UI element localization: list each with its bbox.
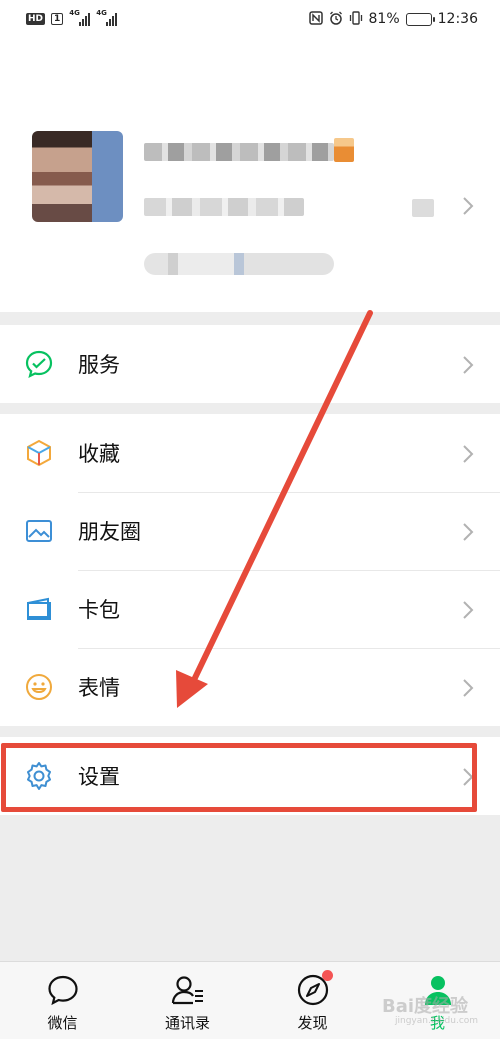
menu-item-favorites[interactable]: 收藏 — [0, 414, 500, 492]
tab-label: 微信 — [47, 1014, 78, 1032]
services-section: 服务 — [0, 325, 500, 403]
services-icon — [24, 349, 54, 379]
features-section: 收藏 朋友圈 卡包 表情 — [0, 414, 500, 726]
tab-label: 我 — [429, 1014, 445, 1032]
avatar[interactable] — [32, 131, 123, 222]
chevron-right-icon — [462, 355, 474, 379]
battery-percent: 81% — [368, 11, 400, 27]
tab-contacts[interactable]: 通讯录 — [125, 962, 250, 1039]
menu-item-cards[interactable]: 卡包 — [0, 570, 500, 648]
chevron-right-icon — [462, 522, 474, 546]
menu-item-label: 朋友圈 — [78, 520, 141, 544]
qr-code-blurred[interactable] — [412, 199, 434, 217]
status-left: HD 1 4G 4G — [26, 9, 118, 26]
menu-item-settings[interactable]: 设置 — [0, 737, 500, 815]
menu-item-moments[interactable]: 朋友圈 — [0, 492, 500, 570]
contacts-icon — [170, 972, 206, 1008]
signal-icon: 4G — [69, 9, 91, 26]
card-wallet-icon — [24, 594, 54, 624]
me-person-icon — [420, 972, 456, 1008]
menu-item-label: 卡包 — [78, 598, 120, 622]
menu-item-label: 表情 — [78, 676, 120, 700]
menu-item-label: 服务 — [78, 353, 120, 377]
clock-time: 12:36 — [437, 11, 478, 27]
bottom-tab-bar: 微信 通讯录 发现 我 — [0, 961, 500, 1039]
settings-section: 设置 — [0, 737, 500, 815]
sticker-smile-icon — [24, 672, 54, 702]
moments-image-icon — [24, 516, 54, 546]
signal-icon-2: 4G — [96, 9, 118, 26]
chevron-right-icon — [462, 767, 474, 791]
menu-item-label: 设置 — [78, 765, 120, 789]
status-blurred[interactable] — [144, 253, 334, 275]
chevron-right-icon — [462, 678, 474, 702]
chevron-right-icon — [462, 196, 474, 220]
network-type-label-2: 4G — [96, 9, 107, 17]
unread-dot — [321, 970, 333, 981]
chevron-right-icon — [462, 444, 474, 468]
profile-name-blurred — [144, 143, 334, 161]
sim-badge: 1 — [51, 13, 64, 25]
profile-name-badge-blurred — [334, 138, 354, 162]
alarm-icon — [329, 11, 343, 28]
profile-card[interactable] — [0, 38, 500, 312]
menu-item-services[interactable]: 服务 — [0, 325, 500, 403]
chat-bubble-icon — [45, 972, 81, 1008]
favorites-cube-icon — [24, 438, 54, 468]
tab-me[interactable]: 我 — [375, 962, 500, 1039]
status-right: 81% 12:36 — [308, 10, 478, 28]
menu-item-label: 收藏 — [78, 442, 120, 466]
wechat-id-blurred — [144, 198, 304, 216]
gear-icon — [24, 761, 54, 791]
tab-label: 发现 — [297, 1014, 328, 1032]
chevron-right-icon — [462, 600, 474, 624]
network-type-label: 4G — [69, 9, 80, 17]
compass-icon — [295, 970, 333, 1008]
nfc-icon — [308, 10, 323, 28]
menu-item-stickers[interactable]: 表情 — [0, 648, 500, 726]
status-bar: HD 1 4G 4G 81% 12:36 — [0, 0, 500, 38]
hd-badge: HD — [26, 13, 46, 25]
tab-label: 通讯录 — [164, 1014, 210, 1032]
battery-icon — [405, 12, 435, 26]
tab-discover[interactable]: 发现 — [250, 962, 375, 1039]
vibrate-icon — [349, 10, 363, 28]
tab-chats[interactable]: 微信 — [0, 962, 125, 1039]
